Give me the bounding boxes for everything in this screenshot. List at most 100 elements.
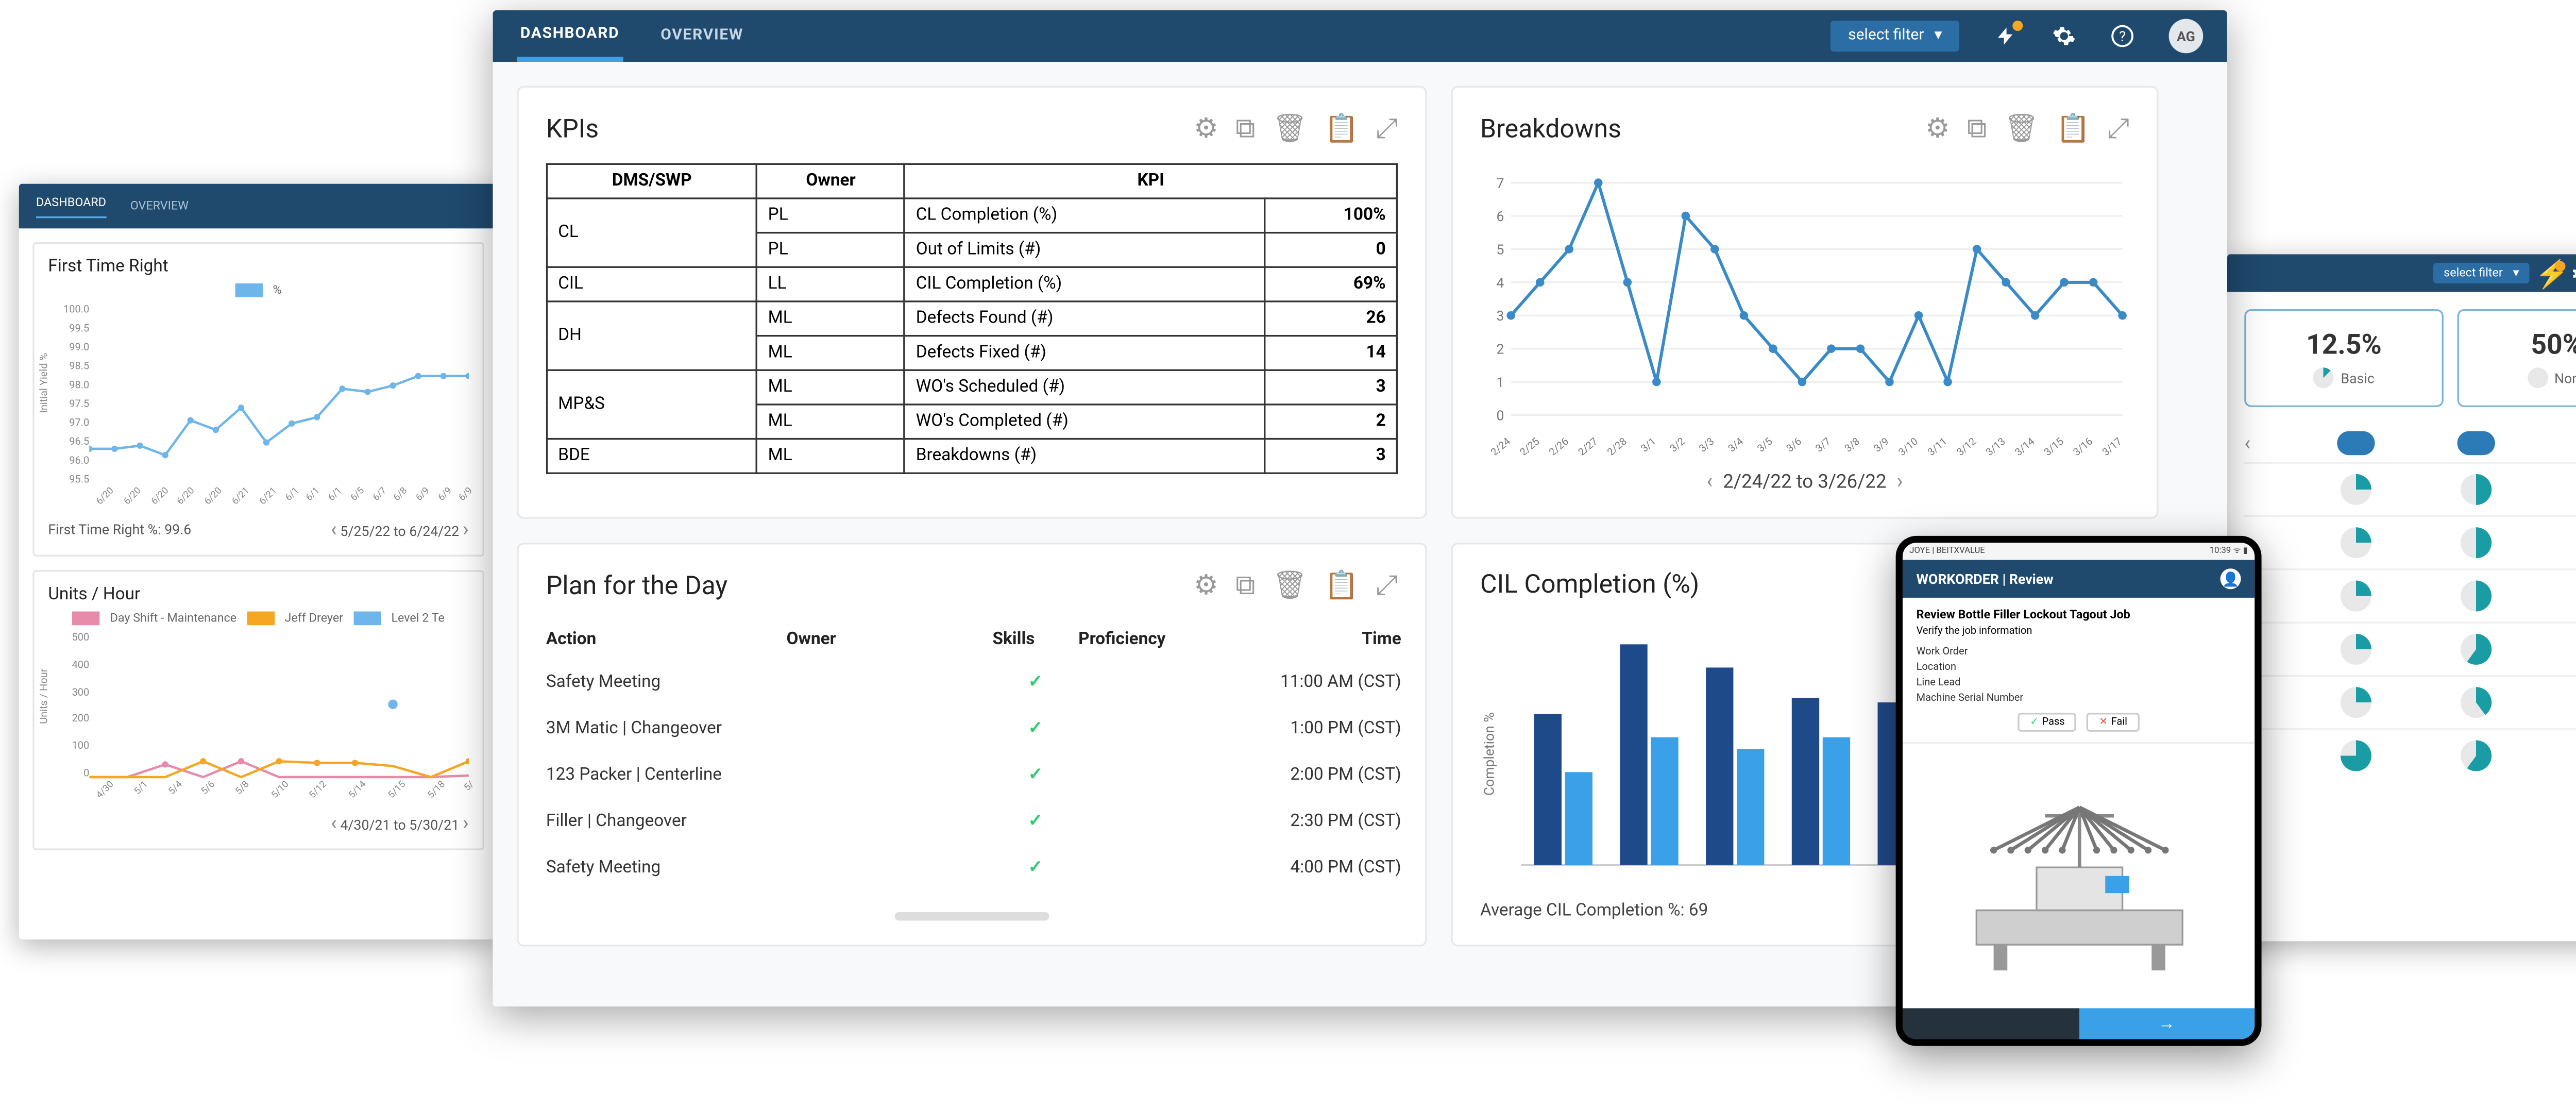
expand-icon[interactable]: ⤢: [1376, 112, 1398, 146]
plan-row[interactable]: 123 Packer | Centerline ✓ 2:00 PM (CST): [546, 752, 1398, 799]
ftr-x-axis: 6/206/206/206/206/206/216/216/16/16/16/5…: [89, 486, 469, 510]
bd-next-icon[interactable]: ›: [1897, 469, 1903, 493]
first-time-right-title: First Time Right: [48, 258, 469, 277]
trash-icon[interactable]: 🗑: [1273, 568, 1308, 603]
plan-row[interactable]: Safety Meeting ✓ 11:00 AM (CST): [546, 660, 1398, 706]
tab-dashboard[interactable]: DASHBOARD: [517, 11, 623, 61]
fail-button[interactable]: ✕Fail: [2087, 713, 2139, 732]
svg-text:3/7: 3/7: [1813, 435, 1833, 455]
clipboard-icon[interactable]: 📋: [2056, 112, 2090, 146]
plan-action: Safety Meeting: [546, 859, 787, 878]
expand-icon[interactable]: ⤢: [2107, 112, 2129, 146]
kpi-group: DH: [547, 301, 757, 370]
gear-icon[interactable]: ⚙: [1925, 112, 1950, 146]
forward-button[interactable]: →: [2079, 1008, 2255, 1039]
svg-text:3/6: 3/6: [1784, 435, 1804, 455]
trash-icon[interactable]: 🗑: [1273, 112, 1308, 146]
svg-text:3/13: 3/13: [1984, 435, 2008, 455]
kpi-owner: PL: [757, 233, 905, 267]
svg-text:?: ?: [2119, 28, 2126, 45]
gear-icon[interactable]: ⚙: [1194, 112, 1218, 146]
plan-action: 3M Matic | Changeover: [546, 720, 787, 739]
kpi-owner: ML: [757, 301, 905, 336]
matrix-row: [2244, 675, 2576, 728]
check-icon: ✓: [992, 674, 1078, 693]
avatar[interactable]: AG: [2169, 19, 2204, 54]
copy-icon[interactable]: ⧉: [1967, 112, 1987, 146]
help-icon[interactable]: ?: [2110, 24, 2134, 48]
breakdowns-footer: ‹ 2/24/22 to 3/26/22 ›: [1480, 469, 2129, 493]
skill-kpi-none[interactable]: 50% None: [2458, 309, 2576, 407]
kpi-value: 2: [1264, 405, 1397, 439]
svg-text:3/11: 3/11: [1925, 435, 1950, 455]
uph-chart: Units / Hour 5004003002001000 4/305/15/4…: [48, 632, 469, 804]
gear-icon[interactable]: ⚙: [2574, 264, 2576, 281]
plan-action: Safety Meeting: [546, 674, 787, 693]
copy-icon[interactable]: ⧉: [1235, 568, 1255, 603]
skill-kpi-basic[interactable]: 12.5% Basic: [2244, 309, 2444, 407]
wo-field: Work Order: [1917, 644, 2241, 660]
bd-prev-icon[interactable]: ‹: [1706, 469, 1713, 493]
copy-icon[interactable]: ⧉: [1235, 112, 1255, 146]
uph-legend: Day Shift - Maintenance Jeff Dreyer Leve…: [48, 612, 469, 626]
svg-text:3/9: 3/9: [1872, 435, 1891, 455]
uph-line-svg: [89, 632, 469, 780]
gear-icon[interactable]: [2052, 24, 2076, 48]
matrix-prev-icon[interactable]: ‹: [2244, 431, 2296, 456]
pass-button[interactable]: ✓Pass: [2018, 713, 2077, 732]
plan-row[interactable]: 3M Matic | Changeover ✓ 1:00 PM (CST): [546, 706, 1398, 752]
chevron-down-icon: ▾: [1935, 27, 1942, 44]
clipboard-icon[interactable]: 📋: [1325, 112, 1359, 146]
bolt-icon[interactable]: [1994, 24, 2018, 48]
th-dms: DMS/SWP: [547, 164, 757, 198]
expand-icon[interactable]: ⤢: [1376, 568, 1398, 603]
svg-text:3/17: 3/17: [2100, 435, 2124, 455]
kpi-value: 14: [1264, 336, 1397, 371]
kpi-name: Defects Found (#): [905, 301, 1264, 336]
first-time-right-card: First Time Right % Initial Yield % 100.0…: [32, 242, 484, 557]
ftr-prev-icon[interactable]: ‹: [331, 517, 337, 541]
user-icon[interactable]: 👤: [2221, 568, 2241, 589]
plan-row[interactable]: Filler | Changeover ✓ 2:30 PM (CST): [546, 799, 1398, 845]
kpis-title: KPIs: [546, 113, 599, 144]
scrollbar-horizontal[interactable]: [894, 912, 1049, 921]
chevron-down-icon: ▾: [2513, 266, 2519, 280]
wo-field: Machine Serial Number: [1917, 691, 2241, 706]
kpi-name: CIL Completion (%): [905, 267, 1264, 301]
kpi-owner: PL: [757, 198, 905, 233]
svg-text:7: 7: [1497, 176, 1504, 192]
workorder-titlebar: WORKORDER | Review 👤: [1903, 560, 2255, 598]
matrix-row: [2244, 515, 2576, 568]
kpi-value: 69%: [1264, 267, 1397, 301]
kpi-table: DMS/SWP Owner KPI CLPLCL Completion (%)1…: [546, 163, 1398, 474]
clipboard-icon[interactable]: 📋: [1325, 568, 1359, 603]
plan-row[interactable]: Safety Meeting ✓ 4:00 PM (CST): [546, 845, 1398, 892]
uph-prev-icon[interactable]: ‹: [331, 811, 337, 835]
filter-button-right[interactable]: select filter▾: [2433, 263, 2529, 283]
back-button[interactable]: [1903, 1008, 2079, 1039]
kpi-name: WO's Scheduled (#): [905, 370, 1264, 405]
skill-donut: [2341, 741, 2371, 771]
kpi-value: 3: [1264, 370, 1397, 405]
filter-button[interactable]: select filter▾: [1831, 21, 1959, 52]
trash-icon[interactable]: 🗑: [2004, 112, 2039, 146]
tab-dashboard-mini[interactable]: DASHBOARD: [36, 195, 106, 217]
uph-next-icon[interactable]: ›: [463, 811, 469, 835]
bolt-icon[interactable]: ⚡: [2543, 264, 2560, 281]
breakdowns-card: Breakdowns ⚙ ⧉ 🗑 📋 ⤢ 012345672/242/252/2…: [1451, 86, 2158, 519]
skill-donut: [2341, 687, 2371, 718]
svg-text:3/3: 3/3: [1697, 435, 1716, 455]
skill-donut: [2341, 474, 2371, 505]
plan-title: Plan for the Day: [546, 570, 727, 601]
tab-overview-mini[interactable]: OVERVIEW: [130, 199, 189, 213]
kpi-row: BDEMLBreakdowns (#)3: [547, 439, 1397, 474]
matrix-col-pill: [2337, 431, 2375, 456]
tab-overview[interactable]: OVERVIEW: [657, 14, 747, 59]
ftr-next-icon[interactable]: ›: [463, 517, 469, 541]
svg-text:3/15: 3/15: [2042, 435, 2066, 455]
gear-icon[interactable]: ⚙: [1194, 568, 1218, 603]
plan-header: Action Owner Skills Proficiency Time: [546, 620, 1398, 660]
wo-field: Line Lead: [1917, 675, 2241, 691]
kpi-owner: ML: [757, 405, 905, 439]
kpi-name: Breakdowns (#): [905, 439, 1264, 474]
